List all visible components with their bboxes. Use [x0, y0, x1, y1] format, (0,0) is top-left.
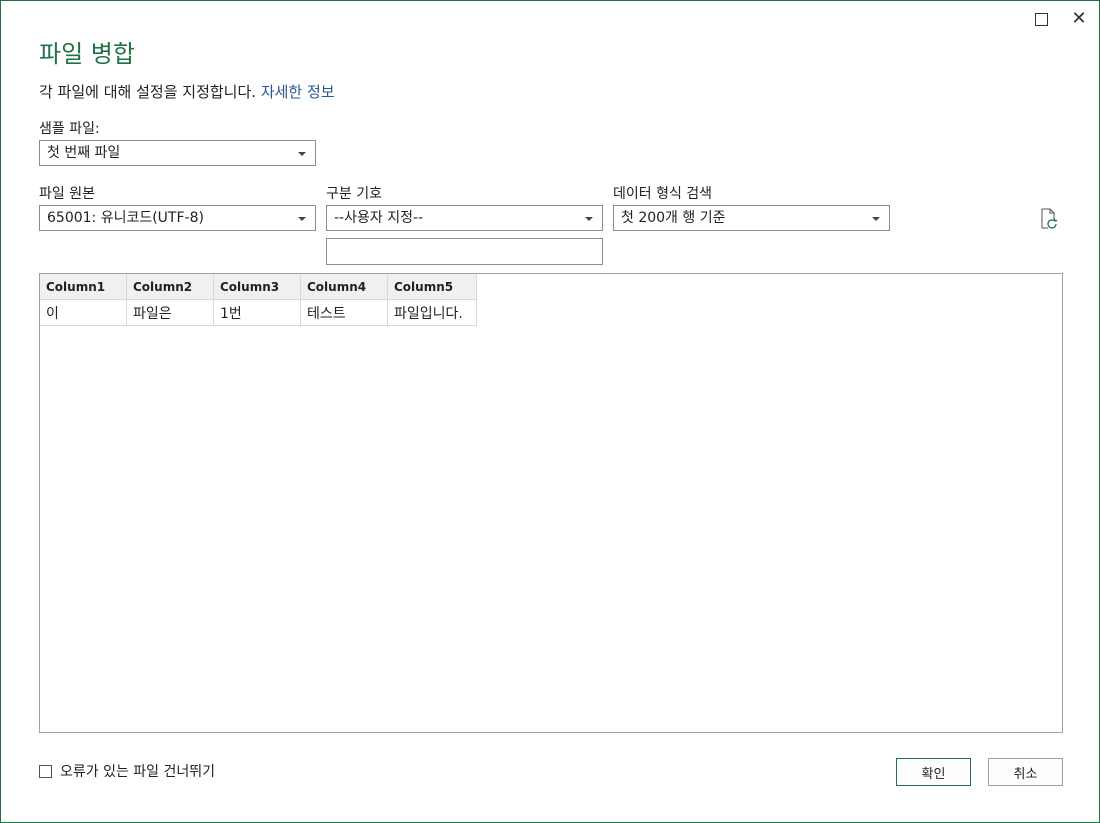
skip-errors-option[interactable]: 오류가 있는 파일 건너뛰기 [39, 761, 215, 781]
delimiter-label: 구분 기호 [326, 186, 382, 202]
dialog-subtitle: 각 파일에 대해 설정을 지정합니다. 자세한 정보 [39, 81, 335, 102]
table-cell[interactable]: 이 [40, 299, 127, 326]
column-header[interactable]: Column5 [387, 274, 477, 300]
close-button[interactable]: ✕ [1069, 9, 1089, 29]
cancel-button[interactable]: 취소 [988, 758, 1063, 786]
table-cell[interactable]: 파일입니다. [387, 299, 477, 326]
column-header[interactable]: Column1 [40, 274, 127, 300]
file-origin-label: 파일 원본 [39, 186, 95, 202]
close-icon: ✕ [1071, 8, 1087, 29]
delimiter-dropdown[interactable]: --사용자 지정-- [326, 205, 603, 231]
sample-file-label: 샘플 파일: [39, 121, 100, 137]
data-type-detection-dropdown[interactable]: 첫 200개 행 기준 [613, 205, 890, 231]
table-cell[interactable]: 파일은 [126, 299, 214, 326]
maximize-icon [1034, 12, 1048, 26]
chevron-down-icon [585, 217, 593, 221]
skip-errors-label: 오류가 있는 파일 건너뛰기 [60, 764, 216, 780]
preview-table: Column1 Column2 Column3 Column4 Column5 … [40, 274, 477, 326]
file-origin-value: 65001: 유니코드(UTF-8) [47, 210, 204, 226]
dialog-window: ✕ 파일 병합 각 파일에 대해 설정을 지정합니다. 자세한 정보 샘플 파일… [0, 0, 1100, 823]
custom-delimiter-input[interactable] [326, 238, 603, 265]
column-header[interactable]: Column2 [126, 274, 214, 300]
skip-errors-checkbox[interactable] [39, 764, 52, 778]
chevron-down-icon [298, 152, 306, 156]
data-type-detection-value: 첫 200개 행 기준 [621, 210, 726, 226]
table-cell[interactable]: 테스트 [300, 299, 388, 326]
refresh-file-icon[interactable] [1039, 208, 1059, 230]
delimiter-value: --사용자 지정-- [334, 210, 424, 226]
preview-grid: Column1 Column2 Column3 Column4 Column5 … [39, 273, 1063, 733]
sample-file-dropdown[interactable]: 첫 번째 파일 [39, 140, 316, 166]
table-row: 이 파일은 1번 테스트 파일입니다. [40, 299, 477, 326]
header-row: Column1 Column2 Column3 Column4 Column5 [40, 274, 477, 300]
data-type-detection-label: 데이터 형식 검색 [613, 186, 713, 202]
table-cell[interactable]: 1번 [213, 299, 301, 326]
column-header[interactable]: Column4 [300, 274, 388, 300]
sample-file-value: 첫 번째 파일 [47, 145, 121, 161]
dialog-title: 파일 병합 [39, 40, 135, 68]
chevron-down-icon [298, 217, 306, 221]
file-origin-dropdown[interactable]: 65001: 유니코드(UTF-8) [39, 205, 316, 231]
ok-button[interactable]: 확인 [896, 758, 971, 786]
subtitle-text: 각 파일에 대해 설정을 지정합니다. [39, 83, 257, 101]
chevron-down-icon [872, 217, 880, 221]
column-header[interactable]: Column3 [213, 274, 301, 300]
maximize-button[interactable] [1031, 9, 1051, 29]
learn-more-link[interactable]: 자세한 정보 [261, 83, 335, 101]
